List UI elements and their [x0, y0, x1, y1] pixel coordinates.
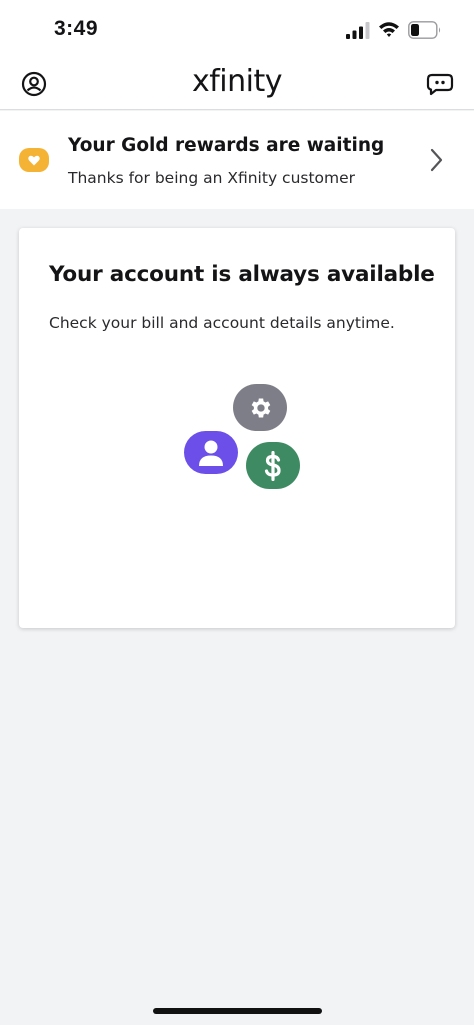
rewards-title: Your Gold rewards are waiting	[68, 135, 385, 156]
chat-button[interactable]	[426, 70, 454, 98]
card-description: Check your bill and account details anyt…	[49, 314, 395, 332]
status-bar: 3:49	[0, 0, 474, 60]
heart-icon	[28, 155, 40, 165]
wifi-icon	[379, 22, 399, 37]
home-indicator	[153, 1008, 322, 1014]
gear-bubble	[233, 384, 287, 431]
dollar-icon	[264, 450, 281, 481]
card-title: Your account is always available	[49, 262, 435, 287]
battery-icon	[408, 21, 441, 39]
xfinity-logo: xfinity	[191, 64, 283, 99]
dollar-bubble	[246, 442, 300, 489]
status-time: 3:49	[54, 17, 99, 40]
chat-bubble-icon	[426, 73, 454, 96]
user-bubble	[184, 431, 238, 474]
cellular-signal-icon	[346, 22, 370, 39]
app-header: xfinity	[0, 60, 474, 110]
rewards-subtitle: Thanks for being an Xfinity customer	[68, 169, 356, 187]
chevron-right-icon	[430, 148, 443, 172]
rewards-banner[interactable]: Your Gold rewards are waiting Thanks for…	[0, 111, 474, 209]
rewards-badge	[19, 148, 49, 172]
user-icon	[199, 440, 223, 466]
account-card: Your account is always available Check y…	[19, 228, 455, 628]
gear-icon	[251, 397, 271, 418]
